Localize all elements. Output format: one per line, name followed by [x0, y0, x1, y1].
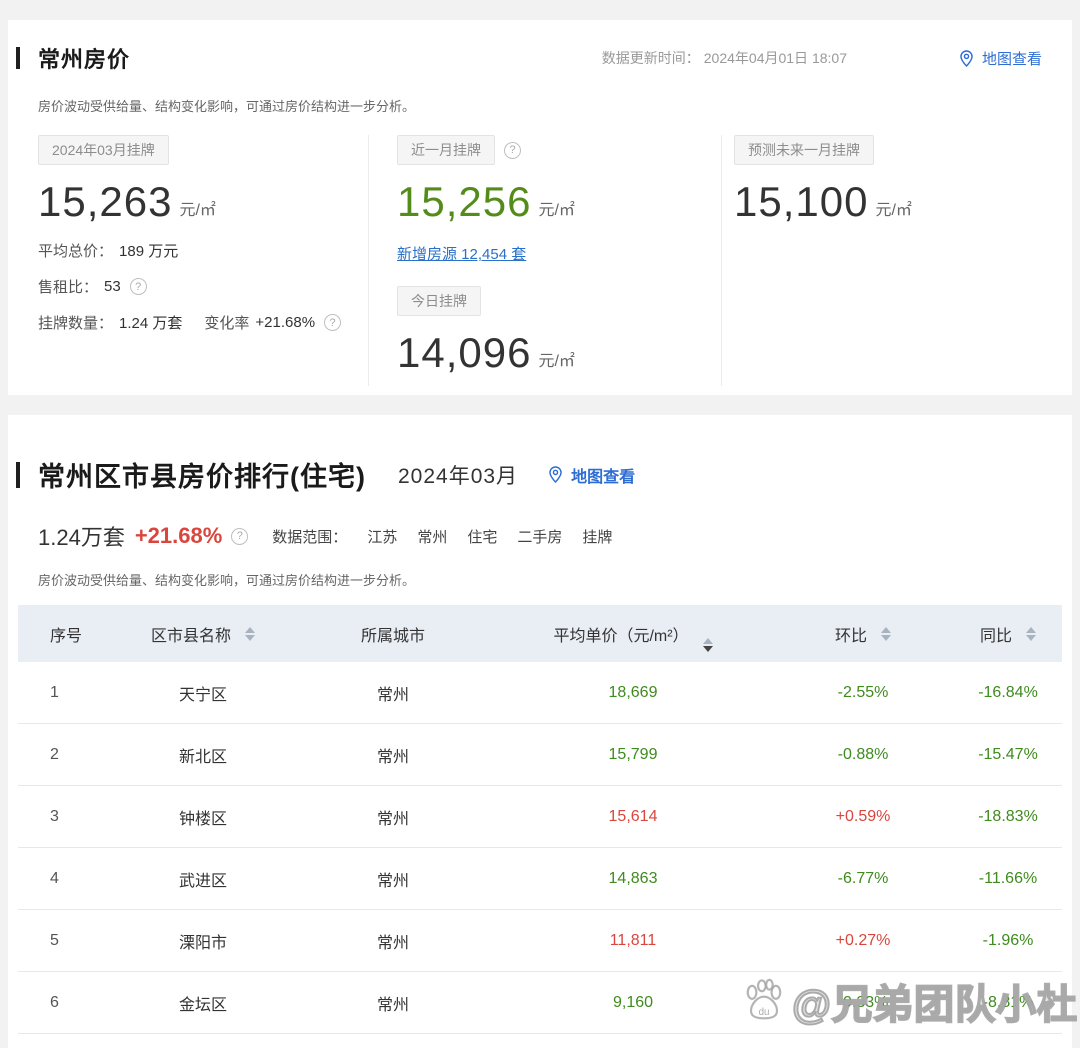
scope-item: 住宅 [467, 526, 497, 547]
stat-panels: 2024年03月挂牌 15,263 元/㎡ 平均总价： 189 万元 售租比： … [38, 135, 1042, 386]
data-scope: 数据范围： 江苏 常州 住宅 二手房 挂牌 [260, 526, 612, 547]
mom-change: -0.33% [788, 994, 938, 1012]
scope-item: 挂牌 [582, 526, 612, 547]
mom-change: -6.77% [788, 870, 938, 888]
map-view-link[interactable]: 地图查看 [546, 463, 635, 487]
yoy-change: -8.81% [938, 994, 1078, 1012]
avg-price: 9,160 [478, 994, 788, 1012]
month-badge: 2024年03月挂牌 [38, 135, 169, 165]
avg-price: 18,669 [478, 684, 788, 702]
city-name: 常州 [308, 867, 478, 891]
ranking-table: 序号 区市县名称 所属城市 平均单价（元/m²） 环比 同比 [18, 605, 1062, 1034]
col-header-yoy[interactable]: 同比 [938, 622, 1078, 646]
table-header-row: 序号 区市县名称 所属城市 平均单价（元/m²） 环比 同比 [18, 605, 1062, 662]
district-name: 金坛区 [98, 991, 308, 1015]
yoy-change: -16.84% [938, 684, 1078, 702]
sale-rent-ratio: 售租比： 53 [38, 276, 368, 297]
col-header-price[interactable]: 平均单价（元/m²） [478, 616, 788, 652]
yoy-change: -18.83% [938, 808, 1078, 826]
scope-item: 江苏 [367, 526, 397, 547]
help-icon[interactable] [324, 314, 341, 331]
yoy-change: -1.96% [938, 932, 1078, 950]
mom-change: -2.55% [788, 684, 938, 702]
map-pin-icon [546, 465, 565, 484]
price-unit: 元/㎡ [875, 196, 911, 225]
ranking-header: 常州区市县房价排行(住宅) 2024年03月 地图查看 [38, 455, 1042, 494]
city-name: 常州 [308, 991, 478, 1015]
district-name: 天宁区 [98, 681, 308, 705]
summary-description: 房价波动受供给量、结构变化影响，可通过房价结构进一步分析。 [38, 96, 1042, 115]
sort-icon[interactable] [881, 627, 891, 641]
map-view-link[interactable]: 地图查看 [957, 48, 1042, 69]
price-unit: 元/㎡ [538, 196, 574, 225]
table-row: 5 溧阳市 常州 11,811 +0.27% -1.96% [18, 910, 1062, 972]
table-row: 6 金坛区 常州 9,160 -0.33% -8.81% [18, 972, 1062, 1034]
col-header-mom[interactable]: 环比 [788, 622, 938, 646]
avg-price: 11,811 [478, 932, 788, 950]
month-avg-price: 15,263 [38, 179, 172, 225]
sort-icon[interactable] [1026, 627, 1036, 641]
recent-avg-price: 15,256 [397, 179, 531, 225]
month-listing-panel: 2024年03月挂牌 15,263 元/㎡ 平均总价： 189 万元 售租比： … [38, 135, 368, 386]
city-name: 常州 [308, 743, 478, 767]
district-name: 钟楼区 [98, 805, 308, 829]
today-avg-price: 14,096 [397, 330, 531, 376]
mom-change: +0.59% [788, 808, 938, 826]
district-name: 武进区 [98, 867, 308, 891]
recent-badge: 近一月挂牌 [397, 135, 495, 165]
yoy-change: -11.66% [938, 870, 1078, 888]
help-icon[interactable] [130, 278, 147, 295]
avg-price: 14,863 [478, 870, 788, 888]
new-listings-link[interactable]: 新增房源 12,454 套 [397, 243, 526, 264]
ranking-title: 常州区市县房价排行(住宅) [38, 455, 366, 494]
city-price-summary-card: 常州房价 数据更新时间：2024年04月01日 18:07 地图查看 房价波动受… [8, 20, 1072, 395]
change-rate: +21.68% [135, 523, 222, 549]
avg-price: 15,614 [478, 808, 788, 826]
mom-change: +0.27% [788, 932, 938, 950]
page-title: 常州房价 [38, 42, 130, 74]
col-header-city: 所属城市 [308, 622, 478, 646]
mom-change: -0.88% [788, 746, 938, 764]
district-name: 溧阳市 [98, 929, 308, 953]
col-header-district[interactable]: 区市县名称 [98, 622, 308, 646]
page: 常州房价 数据更新时间：2024年04月01日 18:07 地图查看 房价波动受… [0, 0, 1080, 1048]
recent-month-panel: 近一月挂牌 15,256 元/㎡ 新增房源 12,454 套 今日挂牌 14,0… [369, 135, 721, 386]
help-icon[interactable] [504, 142, 521, 159]
avg-price: 15,799 [478, 746, 788, 764]
table-row: 3 钟楼区 常州 15,614 +0.59% -18.83% [18, 786, 1062, 848]
forecast-avg-price: 15,100 [734, 179, 868, 225]
ranking-description: 房价波动受供给量、结构变化影响，可通过房价结构进一步分析。 [38, 570, 1042, 589]
yoy-change: -15.47% [938, 746, 1078, 764]
sort-icon[interactable] [703, 638, 713, 652]
scope-item: 二手房 [517, 526, 562, 547]
title-accent-bar [16, 462, 20, 488]
data-update-time: 数据更新时间：2024年04月01日 18:07 [602, 48, 847, 68]
col-header-index: 序号 [18, 622, 98, 646]
ranking-stats-line: 1.24万套 +21.68% 数据范围： 江苏 常州 住宅 二手房 挂牌 [38, 520, 1042, 552]
ranking-period: 2024年03月 [398, 460, 518, 490]
today-badge: 今日挂牌 [397, 286, 481, 316]
table-row: 4 武进区 常州 14,863 -6.77% -11.66% [18, 848, 1062, 910]
table-row: 1 天宁区 常州 18,669 -2.55% -16.84% [18, 662, 1062, 724]
help-icon[interactable] [231, 528, 248, 545]
scope-item: 常州 [417, 526, 447, 547]
total-listings: 1.24万套 [38, 520, 125, 552]
sort-icon[interactable] [245, 627, 255, 641]
price-unit: 元/㎡ [179, 196, 215, 225]
price-unit: 元/㎡ [538, 347, 574, 376]
listing-count: 挂牌数量： 1.24 万套 变化率 +21.68% [38, 312, 368, 333]
summary-header: 常州房价 数据更新时间：2024年04月01日 18:07 地图查看 [38, 42, 1042, 74]
forecast-panel: 预测未来一月挂牌 15,100 元/㎡ [722, 135, 1042, 386]
city-name: 常州 [308, 929, 478, 953]
table-row: 2 新北区 常州 15,799 -0.88% -15.47% [18, 724, 1062, 786]
city-name: 常州 [308, 805, 478, 829]
district-name: 新北区 [98, 743, 308, 767]
title-accent-bar [16, 47, 20, 69]
forecast-badge: 预测未来一月挂牌 [734, 135, 874, 165]
map-pin-icon [957, 49, 976, 68]
avg-total-price: 平均总价： 189 万元 [38, 240, 368, 261]
district-ranking-card: 常州区市县房价排行(住宅) 2024年03月 地图查看 1.24万套 +21.6… [8, 415, 1072, 1048]
city-name: 常州 [308, 681, 478, 705]
change-rate-value: +21.68% [255, 314, 315, 331]
